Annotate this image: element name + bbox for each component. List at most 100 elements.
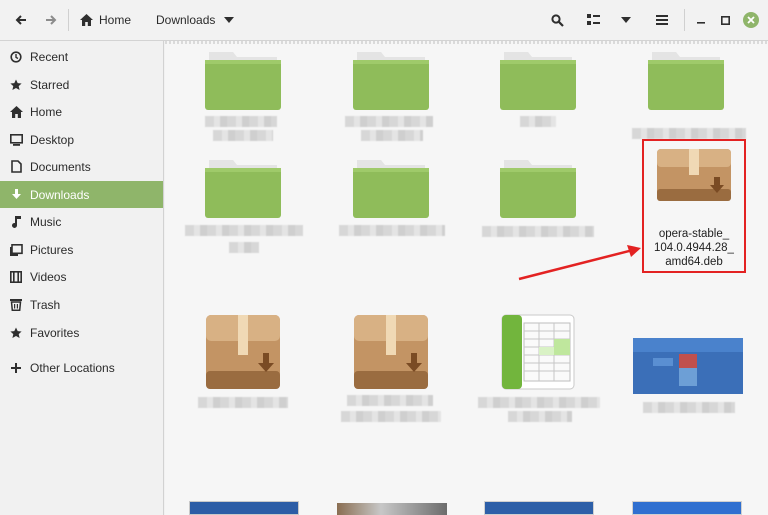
sidebar-item-label: Videos bbox=[30, 269, 67, 284]
sidebar-item-label: Documents bbox=[30, 159, 91, 174]
sidebar-item-label: Pictures bbox=[30, 242, 74, 257]
file-item-spreadsheet[interactable] bbox=[478, 313, 600, 422]
file-name-redacted bbox=[185, 225, 303, 236]
file-name-redacted bbox=[482, 226, 594, 237]
search-button[interactable] bbox=[545, 8, 569, 32]
file-grid: opera-stable_ 104.0.4944.28_ amd64.deb bbox=[165, 41, 768, 515]
header-bar: Home Downloads bbox=[0, 0, 768, 41]
maximize-button[interactable] bbox=[716, 8, 734, 32]
sidebar-item-music[interactable]: Music bbox=[0, 208, 163, 235]
folder-item[interactable] bbox=[339, 156, 445, 256]
menu-icon bbox=[656, 15, 668, 25]
view-toggle-button[interactable] bbox=[581, 8, 605, 32]
file-item-package[interactable] bbox=[341, 313, 441, 422]
sidebar-item-favorites[interactable]: Favorites bbox=[0, 319, 163, 346]
folder-icon bbox=[205, 52, 281, 110]
file-item-image[interactable] bbox=[337, 503, 449, 515]
pictures-icon bbox=[9, 243, 23, 257]
plus-icon bbox=[9, 361, 23, 375]
folder-item[interactable] bbox=[185, 156, 303, 256]
chevron-down-icon bbox=[224, 17, 235, 23]
breadcrumb-downloads-label: Downloads bbox=[156, 13, 216, 27]
header-divider bbox=[68, 9, 69, 31]
sidebar-item-pictures[interactable]: Pictures bbox=[0, 236, 163, 263]
sidebar-item-label: Trash bbox=[30, 297, 61, 312]
minimize-button[interactable] bbox=[692, 8, 710, 32]
view-dropdown-icon bbox=[621, 17, 631, 23]
file-name-redacted bbox=[632, 128, 746, 139]
folder-icon bbox=[353, 52, 429, 110]
arrow-right-icon bbox=[46, 15, 57, 25]
home-icon bbox=[80, 14, 93, 26]
file-name-redacted bbox=[347, 395, 433, 406]
file-name-redacted bbox=[508, 411, 572, 422]
sidebar-item-label: Starred bbox=[30, 77, 70, 92]
file-name-redacted bbox=[478, 397, 600, 408]
minimize-icon bbox=[697, 22, 705, 24]
home-icon bbox=[9, 105, 23, 119]
forward-button[interactable] bbox=[38, 8, 64, 32]
sidebar-item-desktop[interactable]: Desktop bbox=[0, 126, 163, 153]
sidebar-item-home[interactable]: Home bbox=[0, 98, 163, 125]
file-name-redacted bbox=[229, 242, 259, 253]
music-icon bbox=[9, 215, 23, 229]
header-divider bbox=[684, 9, 685, 31]
sidebar-item-label: Desktop bbox=[30, 132, 75, 147]
back-button[interactable] bbox=[8, 8, 34, 32]
sidebar-item-label: Other Locations bbox=[30, 360, 115, 375]
image-thumbnail-icon bbox=[632, 501, 742, 515]
sidebar-item-label: Recent bbox=[30, 49, 69, 64]
file-name-redacted bbox=[198, 397, 288, 408]
folder-icon bbox=[500, 52, 576, 110]
file-name-redacted bbox=[205, 116, 277, 127]
folder-item[interactable] bbox=[345, 48, 433, 148]
view-options-button[interactable] bbox=[614, 8, 638, 32]
sidebar-item-documents[interactable]: Documents bbox=[0, 153, 163, 180]
file-item-image[interactable] bbox=[633, 338, 745, 418]
recent-icon bbox=[9, 50, 23, 64]
sidebar-item-downloads[interactable]: Downloads bbox=[0, 181, 163, 208]
file-name-redacted bbox=[345, 116, 433, 127]
file-name-line: opera-stable_ bbox=[658, 228, 730, 240]
breadcrumb-home[interactable]: Home bbox=[74, 8, 137, 32]
sidebar-item-videos[interactable]: Videos bbox=[0, 263, 163, 290]
file-item-package[interactable] bbox=[198, 313, 288, 413]
sidebar-item-other-locations[interactable]: Other Locations bbox=[0, 354, 163, 381]
file-item-image[interactable] bbox=[484, 501, 596, 515]
folder-item[interactable] bbox=[498, 48, 580, 148]
package-icon bbox=[206, 315, 280, 389]
star-icon bbox=[9, 326, 23, 340]
arrow-left-icon bbox=[15, 15, 26, 25]
sidebar-item-label: Favorites bbox=[30, 325, 80, 340]
folder-icon bbox=[500, 160, 576, 218]
file-name-redacted bbox=[520, 116, 556, 127]
file-name-redacted bbox=[339, 225, 445, 236]
folder-icon bbox=[353, 160, 429, 218]
sidebar-item-label: Home bbox=[30, 104, 63, 119]
menu-button[interactable] bbox=[650, 8, 674, 32]
desktop-icon bbox=[9, 133, 23, 147]
video-icon bbox=[9, 270, 23, 284]
sidebar-item-label: Music bbox=[30, 214, 62, 229]
image-thumbnail-icon bbox=[633, 338, 743, 394]
file-item-image[interactable] bbox=[189, 501, 301, 515]
sidebar: Recent Starred Home Desktop Documents Do… bbox=[0, 41, 164, 515]
star-icon bbox=[9, 78, 23, 92]
close-button[interactable] bbox=[741, 8, 761, 32]
sidebar-item-recent[interactable]: Recent bbox=[0, 43, 163, 70]
file-name-line: 104.0.4944.28_ bbox=[654, 242, 734, 254]
sidebar-item-trash[interactable]: Trash bbox=[0, 291, 163, 318]
breadcrumb-downloads[interactable]: Downloads bbox=[150, 8, 240, 32]
file-item-opera-deb[interactable]: opera-stable_ 104.0.4944.28_ amd64.deb bbox=[646, 145, 742, 271]
download-icon bbox=[9, 188, 23, 202]
file-item-image[interactable] bbox=[632, 501, 744, 515]
package-icon bbox=[657, 149, 731, 201]
search-icon bbox=[550, 13, 564, 27]
spreadsheet-icon bbox=[501, 314, 575, 390]
file-name-line: amd64.deb bbox=[665, 256, 723, 268]
close-icon bbox=[743, 12, 759, 28]
sidebar-item-starred[interactable]: Starred bbox=[0, 71, 163, 98]
folder-item[interactable] bbox=[632, 48, 746, 148]
folder-item[interactable] bbox=[203, 48, 285, 148]
file-name-redacted bbox=[341, 411, 441, 422]
